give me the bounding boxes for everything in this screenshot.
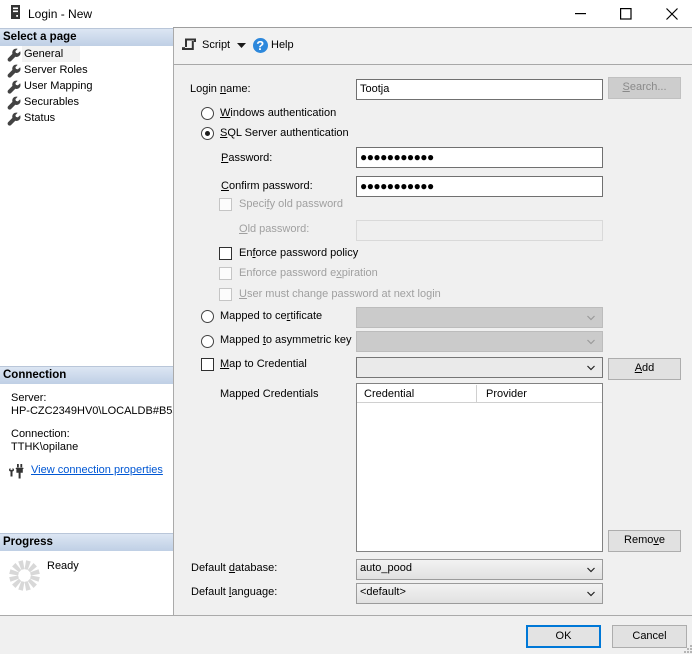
svg-text:?: ? [256,38,264,53]
